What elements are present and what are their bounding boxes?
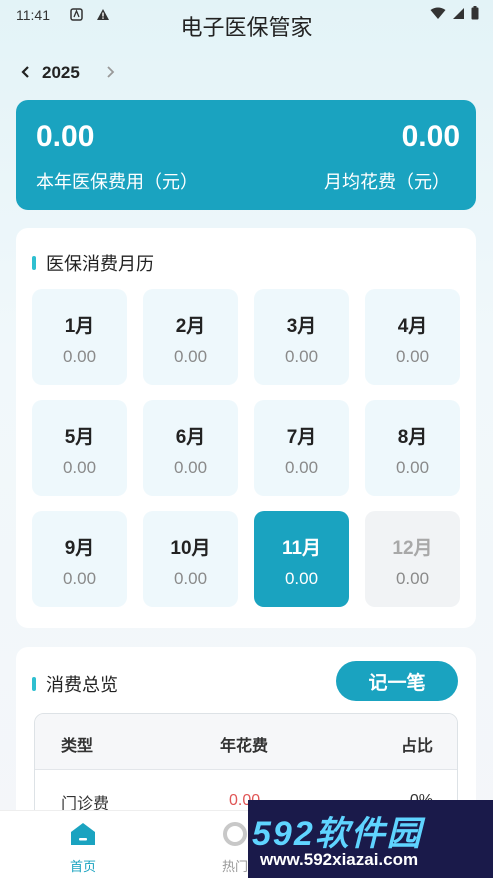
month-cell[interactable]: 11月 0.00	[254, 511, 349, 607]
tab-home[interactable]: 首页	[38, 821, 128, 875]
month-name: 3月	[286, 316, 317, 337]
month-cell[interactable]: 3月 0.00	[254, 289, 349, 385]
summary-card: 0.00 0.00 本年医保费用（元） 月均花费（元）	[16, 100, 476, 210]
home-icon	[71, 823, 95, 845]
month-name: 12月	[392, 538, 433, 559]
monthly-average-label: 月均花费（元）	[324, 172, 450, 192]
year-selector: 2025	[16, 60, 120, 86]
month-name: 4月	[397, 316, 428, 337]
column-type: 类型	[61, 738, 94, 755]
monthly-average-value: 0.00	[401, 120, 460, 153]
watermark-url: www.592xiazai.com	[260, 850, 419, 869]
month-name: 9月	[64, 538, 95, 559]
page-title: 电子医保管家	[180, 15, 313, 40]
month-cell: 12月 0.00	[365, 511, 460, 607]
calendar-section-title: 医保消费月历	[32, 250, 154, 276]
month-cell[interactable]: 5月 0.00	[32, 400, 127, 496]
month-amount: 0.00	[284, 569, 319, 588]
calendar-card: 医保消费月历 1月 0.00 2月 0.00 3月 0.00 4月 0.00 5月 0.00 6月 0…	[16, 228, 476, 628]
month-amount: 0.00	[173, 458, 208, 477]
overview-title-text: 消费总览	[46, 675, 118, 695]
month-amount: 0.00	[62, 347, 97, 366]
month-name: 6月	[175, 427, 206, 448]
month-amount: 0.00	[173, 347, 208, 366]
month-cell[interactable]: 1月 0.00	[32, 289, 127, 385]
annual-total-value: 0.00	[36, 120, 95, 153]
month-amount: 0.00	[173, 569, 208, 588]
year-label: 2025	[42, 63, 80, 82]
chevron-left-icon	[21, 65, 29, 78]
month-cell[interactable]: 8月 0.00	[365, 400, 460, 496]
chevron-right-icon	[107, 65, 115, 78]
month-name: 11月	[281, 538, 322, 559]
table-header: 类型 年花费 占比	[35, 714, 457, 770]
month-amount: 0.00	[62, 458, 97, 477]
month-name: 2月	[175, 316, 206, 337]
hot-icon	[223, 822, 247, 846]
month-name: 8月	[397, 427, 428, 448]
month-cell[interactable]: 10月 0.00	[143, 511, 238, 607]
month-cell[interactable]: 4月 0.00	[365, 289, 460, 385]
overview-section-title: 消费总览	[32, 671, 118, 697]
section-accent-bar	[32, 677, 36, 691]
month-grid: 1月 0.00 2月 0.00 3月 0.00 4月 0.00 5月 0.00 6月 0.00 7月 0.…	[32, 289, 460, 607]
month-name: 5月	[64, 427, 95, 448]
month-name: 10月	[170, 538, 211, 559]
section-accent-bar	[32, 256, 36, 270]
month-name: 1月	[64, 316, 95, 337]
tab-home-label: 首页	[69, 859, 96, 874]
month-amount: 0.00	[395, 569, 430, 588]
watermark-brand: 592软件园	[252, 815, 423, 853]
month-amount: 0.00	[284, 458, 319, 477]
month-amount: 0.00	[395, 347, 430, 366]
column-percentage: 占比	[400, 738, 433, 755]
annual-total-label: 本年医保费用（元）	[36, 172, 198, 192]
calendar-title-text: 医保消费月历	[46, 254, 154, 274]
month-amount: 0.00	[395, 458, 430, 477]
column-year-cost: 年花费	[220, 738, 269, 755]
month-name: 7月	[286, 427, 317, 448]
month-cell[interactable]: 6月 0.00	[143, 400, 238, 496]
month-cell[interactable]: 2月 0.00	[143, 289, 238, 385]
month-cell[interactable]: 9月 0.00	[32, 511, 127, 607]
prev-year-button[interactable]	[16, 63, 36, 84]
watermark: 592软件园 www.592xiazai.com	[248, 800, 493, 878]
record-expense-button[interactable]: 记一笔	[336, 661, 458, 701]
next-year-button[interactable]	[100, 63, 120, 84]
month-amount: 0.00	[284, 347, 319, 366]
month-cell[interactable]: 7月 0.00	[254, 400, 349, 496]
month-amount: 0.00	[62, 569, 97, 588]
